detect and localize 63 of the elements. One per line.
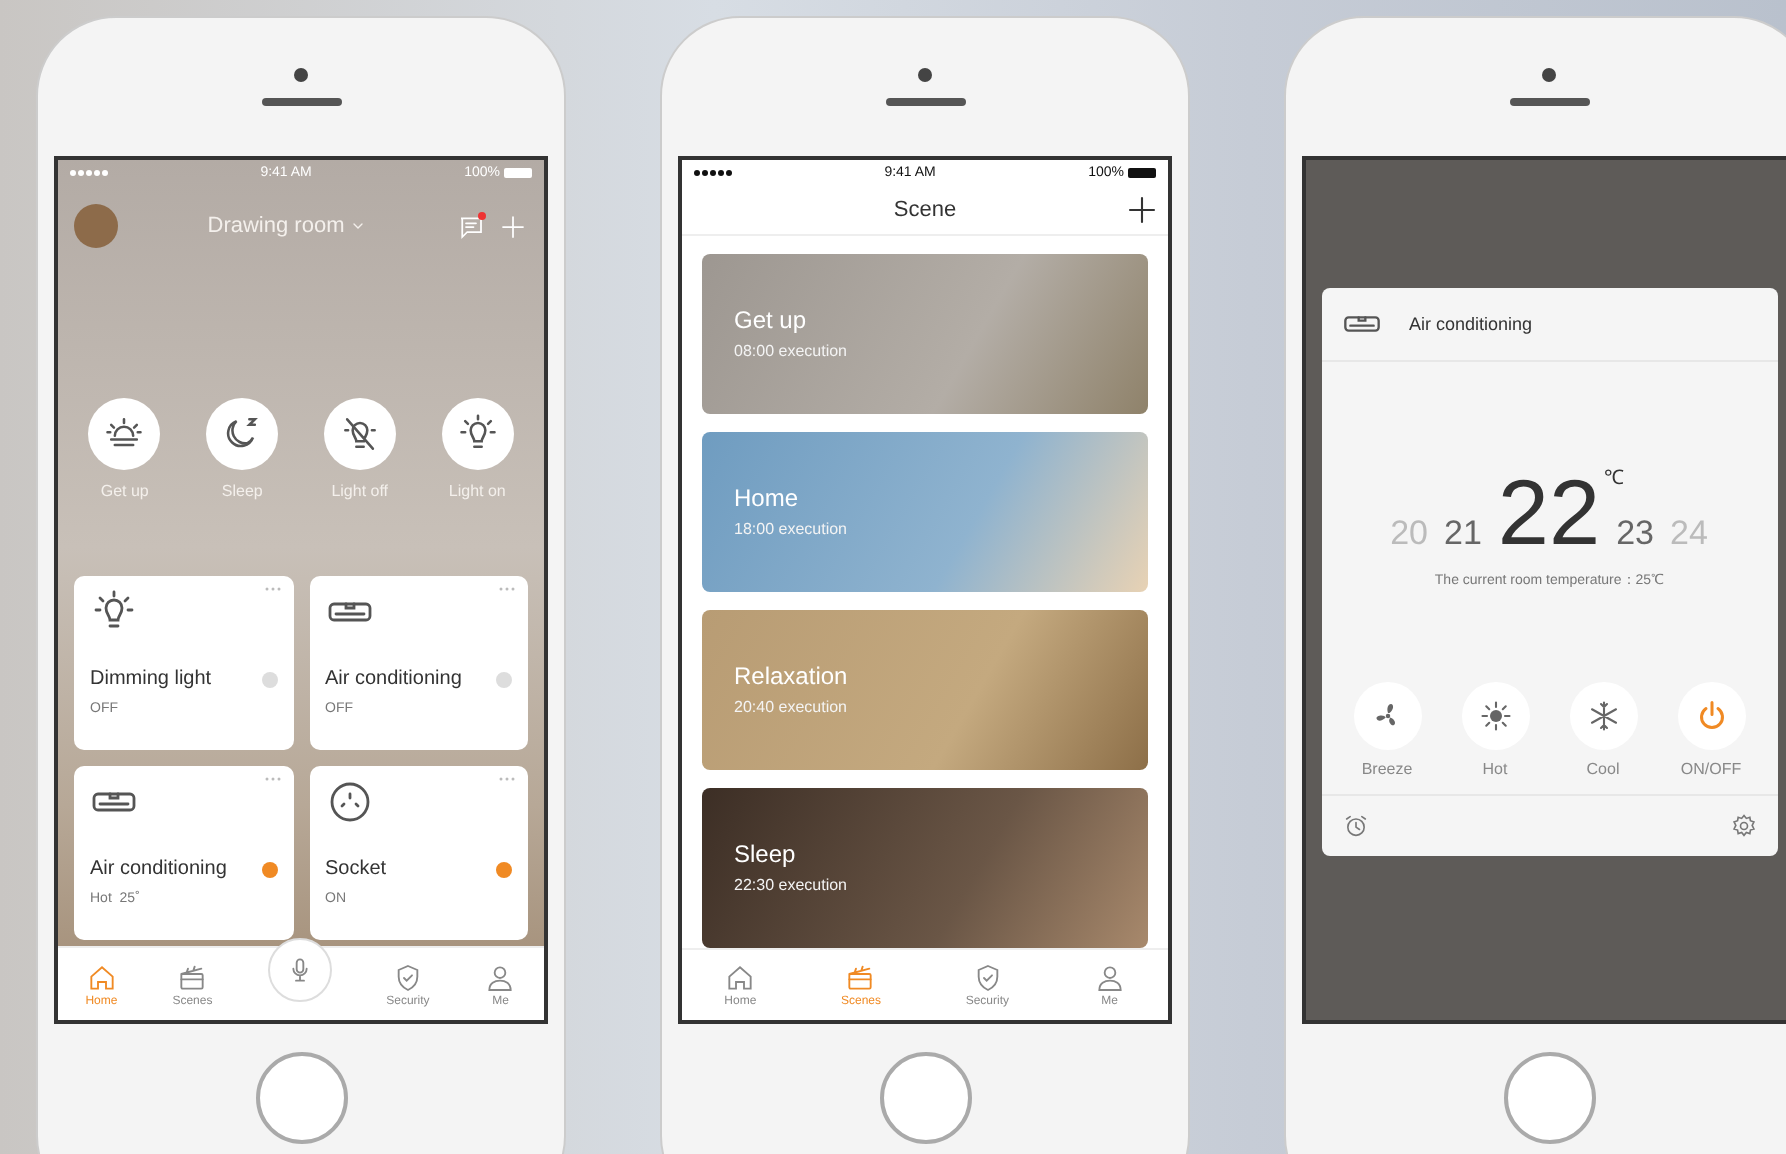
- scene-title: Sleep: [734, 840, 798, 869]
- signal-icon: [694, 169, 732, 176]
- home-button[interactable]: [879, 1052, 971, 1144]
- mode-button[interactable]: [1677, 682, 1745, 750]
- scene-card[interactable]: Get up 08:00 execution: [702, 253, 1148, 414]
- clapperboard-icon: [176, 961, 209, 993]
- home-icon: [85, 961, 118, 993]
- battery-icon: [504, 168, 532, 178]
- mode-label: Cool: [1586, 760, 1620, 778]
- scene-button[interactable]: [206, 398, 279, 470]
- socket-icon: [325, 778, 373, 826]
- temperature-value[interactable]: 21: [1443, 514, 1482, 554]
- scene-card[interactable]: Sleep 22:30 execution: [702, 787, 1148, 948]
- mode-button[interactable]: [1461, 682, 1529, 750]
- avatar[interactable]: [74, 204, 118, 248]
- scene-card[interactable]: Relaxation 20:40 execution: [702, 609, 1148, 770]
- mode-label: ON/OFF: [1680, 760, 1742, 778]
- device-name: Dimming light: [90, 668, 212, 690]
- settings-icon[interactable]: [1729, 812, 1757, 840]
- voice-button[interactable]: [267, 938, 332, 1002]
- chevron-down-icon: [350, 218, 367, 234]
- scene-title: Get up: [734, 306, 809, 335]
- message-icon[interactable]: [456, 211, 486, 241]
- person-icon: [484, 961, 517, 993]
- device-name: Socket: [325, 858, 387, 880]
- card-title: Air conditioning: [1409, 314, 1533, 334]
- screen-title: Scene: [893, 197, 957, 222]
- camera-icon: [1542, 68, 1556, 82]
- camera-icon: [918, 68, 932, 82]
- device-name: Air conditioning: [90, 858, 227, 880]
- room-selector[interactable]: Drawing room: [207, 214, 345, 238]
- scene-title: Home: [734, 484, 801, 513]
- add-icon[interactable]: [1124, 191, 1160, 228]
- scene-button[interactable]: [323, 398, 396, 470]
- scene-button[interactable]: [88, 398, 161, 470]
- camera-icon: [294, 68, 308, 82]
- home-button[interactable]: [1503, 1052, 1595, 1144]
- scene-time: 18:00 execution: [734, 520, 849, 539]
- mode-label: Breeze: [1361, 760, 1413, 778]
- temperature-value[interactable]: 23: [1616, 514, 1654, 554]
- alarm-clock-icon[interactable]: [1341, 812, 1369, 840]
- home-icon: [724, 961, 757, 994]
- sun-icon: [1477, 698, 1513, 734]
- battery-icon: [1128, 167, 1156, 178]
- mode-button[interactable]: [1353, 682, 1421, 750]
- mode-label: Hot: [1482, 760, 1508, 778]
- speaker-icon: [1509, 98, 1589, 106]
- snowflake-icon: [1585, 698, 1621, 734]
- device-name: Air conditioning: [325, 668, 462, 690]
- scene-title: Relaxation: [734, 662, 850, 691]
- speaker-icon: [885, 98, 965, 106]
- unit-label: ℃: [1604, 466, 1625, 490]
- scene-time: 22:30 execution: [734, 876, 849, 895]
- scene-card[interactable]: Home 18:00 execution: [702, 431, 1148, 592]
- scene-time: 20:40 execution: [734, 698, 849, 717]
- scene-button[interactable]: [441, 398, 514, 470]
- person-icon: [1093, 961, 1126, 994]
- signal-icon: [70, 170, 108, 176]
- scene-time: 08:00 execution: [734, 342, 849, 361]
- home-button[interactable]: [255, 1052, 347, 1144]
- mode-button[interactable]: [1569, 682, 1637, 750]
- clapperboard-icon: [844, 961, 877, 994]
- speaker-icon: [261, 98, 341, 106]
